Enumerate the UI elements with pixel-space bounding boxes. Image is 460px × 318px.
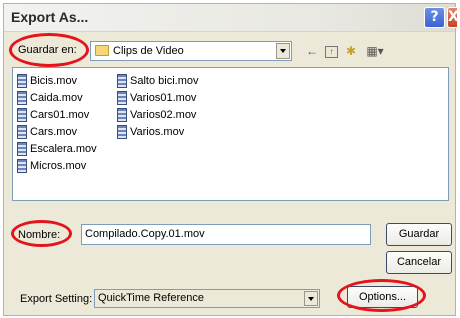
list-item[interactable]: Caida.mov [17,90,83,106]
movie-file-icon [17,74,27,88]
movie-file-icon [117,125,127,139]
file-name: Escalera.mov [30,143,97,155]
movie-file-icon [17,108,27,122]
file-name: Cars.mov [30,126,78,138]
file-name: Micros.mov [30,160,87,172]
movie-file-icon [117,91,127,105]
help-button[interactable]: ? [424,7,445,28]
movie-file-icon [17,142,27,156]
new-folder-icon[interactable]: ✱ [344,44,358,58]
save-in-value: Clips de Video [113,45,184,57]
save-in-label: Guardar en: [18,44,77,56]
movie-file-icon [17,159,27,173]
cancel-button[interactable]: Cancelar [386,251,452,274]
list-item[interactable]: Bicis.mov [17,73,77,89]
chevron-down-icon[interactable] [304,291,318,306]
filename-field[interactable]: Compilado.Copy.01.mov [81,224,371,245]
list-item[interactable]: Cars01.mov [17,107,89,123]
file-name: Cars01.mov [30,109,90,121]
file-name: Varios02.mov [130,109,197,121]
list-item[interactable]: Varios01.mov [117,90,196,106]
view-menu-icon[interactable]: ▦▾ [365,44,385,58]
up-folder-icon[interactable]: ↑ [325,46,338,58]
file-name: Bicis.mov [30,75,78,87]
options-button[interactable]: Options... [347,286,418,308]
export-setting-value: QuickTime Reference [98,292,204,304]
close-button[interactable]: X [447,7,457,28]
file-list[interactable]: Bicis.mov Caida.mov Cars01.mov Cars.mov … [12,67,449,201]
movie-file-icon [117,74,127,88]
export-dialog: Export As... ? X Guardar en: Clips de Vi… [3,3,457,316]
export-setting-dropdown[interactable]: QuickTime Reference [94,289,320,308]
list-item[interactable]: Escalera.mov [17,141,97,157]
chevron-down-icon[interactable] [276,43,290,59]
movie-file-icon [17,125,27,139]
list-item[interactable]: Micros.mov [17,158,86,174]
file-name: Salto bici.mov [130,75,199,87]
list-item[interactable]: Cars.mov [17,124,77,140]
file-name: Varios.mov [130,126,185,138]
title-bar: Export As... ? X [4,4,457,32]
list-item[interactable]: Salto bici.mov [117,73,198,89]
file-name: Caida.mov [30,92,83,104]
dialog-title: Export As... [11,9,89,25]
list-item[interactable]: Varios.mov [117,124,184,140]
file-name: Varios01.mov [130,92,197,104]
filename-label: Nombre: [18,229,61,241]
save-in-dropdown[interactable]: Clips de Video [90,41,292,61]
export-setting-label: Export Setting: [20,293,93,305]
list-item[interactable]: Varios02.mov [117,107,196,123]
back-arrow-icon[interactable]: ← [305,44,319,58]
save-button[interactable]: Guardar [386,223,452,246]
movie-file-icon [117,108,127,122]
folder-icon [95,45,109,56]
movie-file-icon [17,91,27,105]
